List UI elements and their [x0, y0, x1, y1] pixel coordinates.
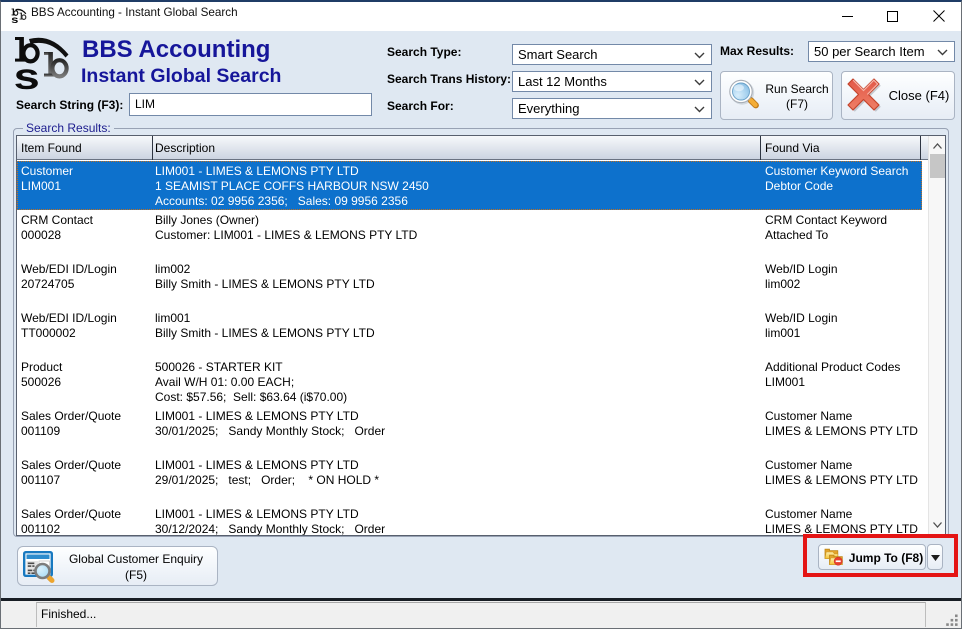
svg-text:s: s: [11, 14, 19, 23]
svg-text:s: s: [13, 58, 41, 91]
